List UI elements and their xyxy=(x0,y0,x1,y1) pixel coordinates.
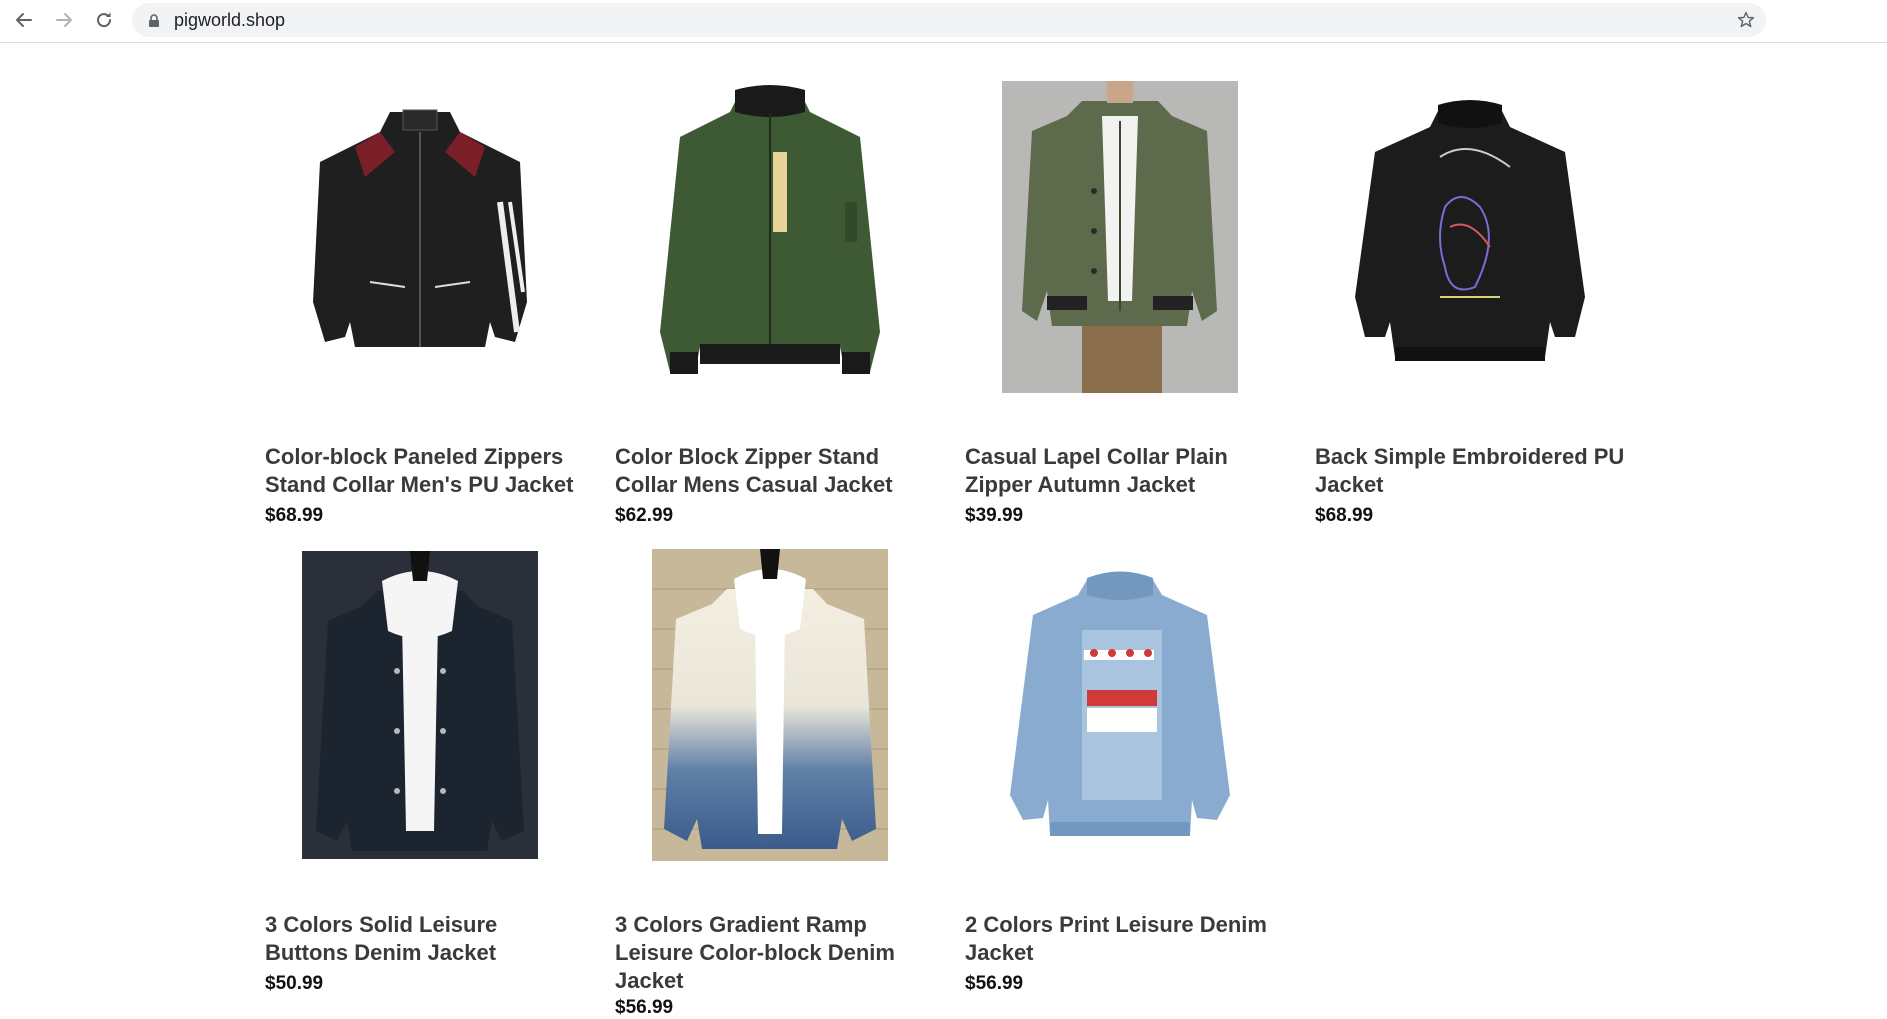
product-price: $50.99 xyxy=(265,973,324,994)
product-image-0 xyxy=(313,109,527,347)
reload-button[interactable] xyxy=(91,7,117,33)
product-price: $39.99 xyxy=(965,505,1024,526)
product-name[interactable]: Color Block Zipper Stand Collar Mens Cas… xyxy=(615,443,935,499)
forward-button[interactable] xyxy=(51,7,77,33)
browser-toolbar: pigworld.shop xyxy=(0,0,1887,43)
product-name[interactable]: Casual Lapel Collar Plain Zipper Autumn … xyxy=(965,443,1285,499)
url-text[interactable]: pigworld.shop xyxy=(174,3,285,37)
arrow-left-icon xyxy=(16,13,32,27)
product-image[interactable] xyxy=(265,545,575,865)
reload-icon xyxy=(97,12,112,28)
product-price: $62.99 xyxy=(615,505,674,526)
product-image[interactable] xyxy=(615,77,925,397)
product-name[interactable]: 2 Colors Print Leisure Denim Jacket xyxy=(965,911,1285,967)
product-image[interactable] xyxy=(965,545,1275,865)
product-image[interactable] xyxy=(1315,77,1625,397)
bookmark-star-icon[interactable] xyxy=(1736,10,1756,30)
product-name[interactable]: Back Simple Embroidered PU Jacket xyxy=(1315,443,1635,499)
product-image[interactable] xyxy=(615,545,925,865)
product-image-2 xyxy=(1002,81,1238,393)
product-image[interactable] xyxy=(265,77,575,397)
product-price: $68.99 xyxy=(265,505,324,526)
product-price: $56.99 xyxy=(615,997,674,1018)
product-name[interactable]: 3 Colors Solid Leisure Buttons Denim Jac… xyxy=(265,911,585,967)
product-image-3 xyxy=(1355,100,1585,361)
product-image-1 xyxy=(660,85,880,374)
product-image-6 xyxy=(1010,571,1230,836)
lock-icon xyxy=(149,14,159,27)
product-grid: Color-block Paneled Zippers Stand Collar… xyxy=(0,43,1887,1018)
product-price: $56.99 xyxy=(965,973,1024,994)
arrow-right-icon xyxy=(56,13,72,27)
product-image[interactable] xyxy=(965,77,1275,397)
address-bar[interactable]: pigworld.shop xyxy=(132,3,1766,37)
back-button[interactable] xyxy=(11,7,37,33)
product-image-5 xyxy=(652,549,888,861)
product-name[interactable]: 3 Colors Gradient Ramp Leisure Color-blo… xyxy=(615,911,935,995)
product-price: $68.99 xyxy=(1315,505,1374,526)
product-name[interactable]: Color-block Paneled Zippers Stand Collar… xyxy=(265,443,585,499)
product-image-4 xyxy=(302,551,538,859)
